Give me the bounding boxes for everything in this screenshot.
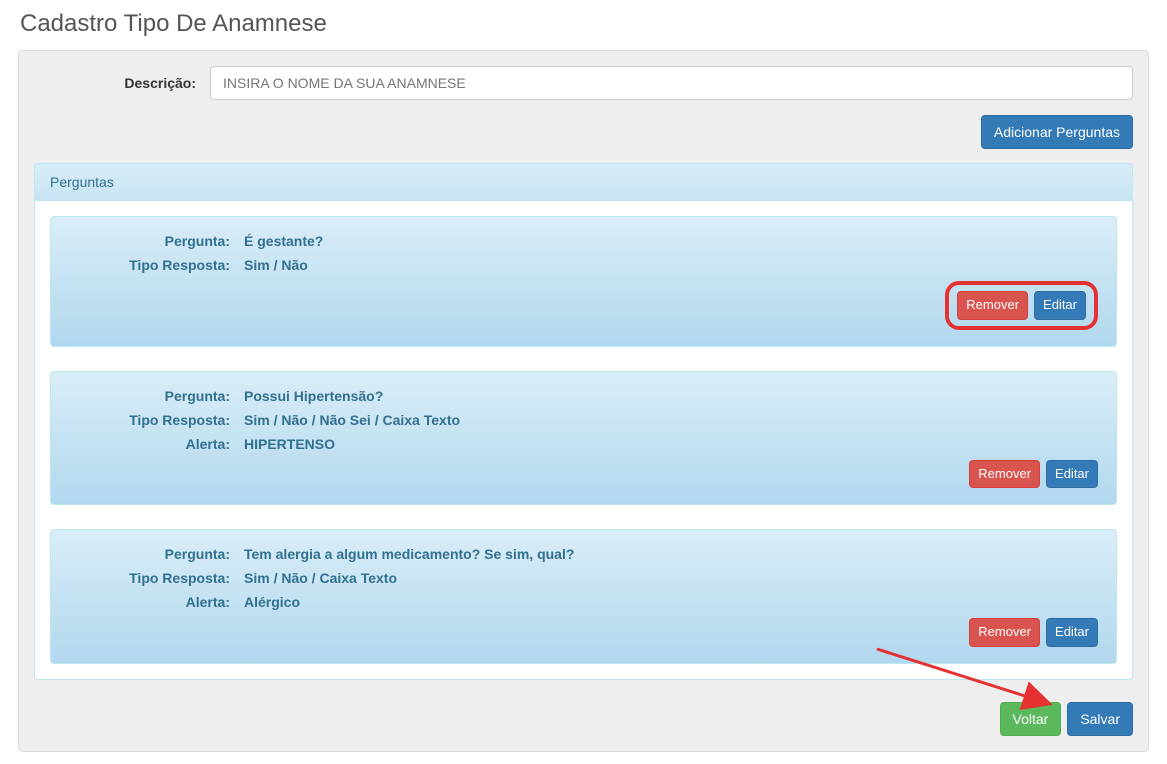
descricao-input[interactable] <box>210 66 1133 100</box>
alerta-label: Alerta: <box>69 594 244 610</box>
descricao-row: Descrição: <box>34 66 1133 100</box>
question-row: Alerta: Alérgico <box>69 594 1098 610</box>
question-row: Tipo Resposta: Sim / Não / Não Sei / Cai… <box>69 412 1098 428</box>
callout-highlight: Remover Editar <box>945 281 1098 330</box>
question-row: Pergunta: É gestante? <box>69 233 1098 249</box>
question-actions: Remover Editar <box>69 281 1098 330</box>
pergunta-value: Tem alergia a algum medicamento? Se sim,… <box>244 546 574 562</box>
pergunta-label: Pergunta: <box>69 233 244 249</box>
footer-wrap: Voltar Salvar <box>34 702 1133 736</box>
tipo-resposta-label: Tipo Resposta: <box>69 412 244 428</box>
remover-button[interactable]: Remover <box>969 460 1040 489</box>
toolbar: Adicionar Perguntas <box>34 115 1133 149</box>
editar-button[interactable]: Editar <box>1034 291 1086 320</box>
descricao-label: Descrição: <box>34 75 210 91</box>
tipo-resposta-label: Tipo Resposta: <box>69 257 244 273</box>
page-title: Cadastro Tipo De Anamnese <box>0 0 1167 46</box>
pergunta-value: Possui Hipertensão? <box>244 388 383 404</box>
salvar-button[interactable]: Salvar <box>1067 702 1133 736</box>
question-row: Tipo Resposta: Sim / Não <box>69 257 1098 273</box>
tipo-resposta-value: Sim / Não / Não Sei / Caixa Texto <box>244 412 460 428</box>
editar-button[interactable]: Editar <box>1046 618 1098 647</box>
pergunta-label: Pergunta: <box>69 546 244 562</box>
alerta-label: Alerta: <box>69 436 244 452</box>
voltar-button[interactable]: Voltar <box>1000 702 1062 736</box>
tipo-resposta-value: Sim / Não / Caixa Texto <box>244 570 397 586</box>
perguntas-panel-heading: Perguntas <box>35 164 1132 201</box>
pergunta-value: É gestante? <box>244 233 323 249</box>
remover-button[interactable]: Remover <box>969 618 1040 647</box>
question-card: Pergunta: Possui Hipertensão? Tipo Respo… <box>50 371 1117 506</box>
editar-button[interactable]: Editar <box>1046 460 1098 489</box>
pergunta-label: Pergunta: <box>69 388 244 404</box>
question-row: Pergunta: Tem alergia a algum medicament… <box>69 546 1098 562</box>
footer-actions: Voltar Salvar <box>34 702 1133 736</box>
question-row: Alerta: HIPERTENSO <box>69 436 1098 452</box>
tipo-resposta-value: Sim / Não <box>244 257 308 273</box>
main-panel: Descrição: Adicionar Perguntas Perguntas… <box>18 50 1149 752</box>
tipo-resposta-label: Tipo Resposta: <box>69 570 244 586</box>
question-actions: Remover Editar <box>69 618 1098 647</box>
question-card: Pergunta: É gestante? Tipo Resposta: Sim… <box>50 216 1117 347</box>
question-actions: Remover Editar <box>69 460 1098 489</box>
perguntas-panel-body: Pergunta: É gestante? Tipo Resposta: Sim… <box>35 201 1132 679</box>
adicionar-perguntas-button[interactable]: Adicionar Perguntas <box>981 115 1133 149</box>
question-card: Pergunta: Tem alergia a algum medicament… <box>50 529 1117 664</box>
question-row: Pergunta: Possui Hipertensão? <box>69 388 1098 404</box>
alerta-value: Alérgico <box>244 594 300 610</box>
perguntas-panel: Perguntas Pergunta: É gestante? Tipo Res… <box>34 163 1133 680</box>
question-row: Tipo Resposta: Sim / Não / Caixa Texto <box>69 570 1098 586</box>
alerta-value: HIPERTENSO <box>244 436 335 452</box>
remover-button[interactable]: Remover <box>957 291 1028 320</box>
